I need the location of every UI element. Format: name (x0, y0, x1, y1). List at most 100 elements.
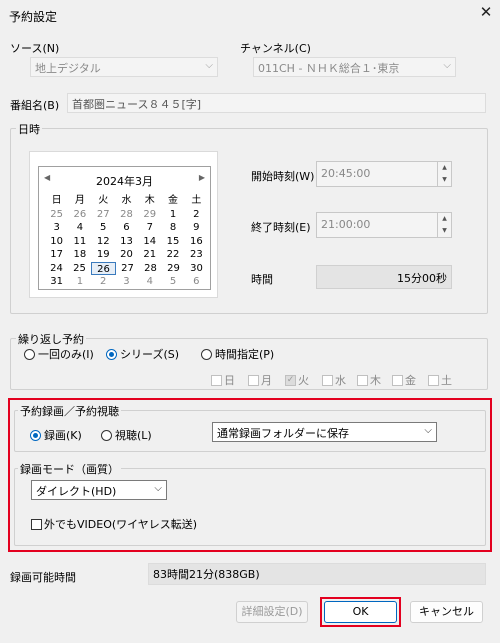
calendar-day[interactable]: 1 (161, 208, 184, 222)
repeat-once-radio[interactable]: 一回のみ(I) (24, 346, 94, 362)
calendar-day[interactable]: 6 (185, 275, 208, 289)
save-folder-select[interactable]: 通常録画フォルダーに保存 ⌵ (212, 422, 437, 442)
source-label: ソース(N) (10, 42, 60, 55)
window-title: 予約設定 (9, 10, 58, 24)
day-checkbox-sun[interactable]: 日 (211, 372, 235, 388)
day-checkbox-sat[interactable]: 土 (428, 372, 452, 388)
calendar-day[interactable]: 17 (45, 248, 68, 262)
repeat-series-label: シリーズ(S) (120, 348, 180, 361)
day-label: 金 (405, 374, 416, 387)
calendar-day[interactable]: 11 (68, 235, 91, 249)
calendar-day[interactable]: 24 (45, 262, 68, 276)
calendar-day[interactable]: 4 (138, 275, 161, 289)
calendar-weekday-row: 日月火水木金土 (45, 194, 208, 208)
calendar-weekday: 木 (144, 195, 155, 206)
calendar-day[interactable]: 25 (45, 208, 68, 222)
calendar-day[interactable]: 23 (185, 248, 208, 262)
calendar-day[interactable]: 22 (161, 248, 184, 262)
record-mode-select[interactable]: ダイレクト(HD) ⌵ (31, 480, 167, 500)
calendar-day[interactable]: 30 (185, 262, 208, 276)
calendar-day[interactable]: 29 (138, 208, 161, 222)
repeat-time-radio[interactable]: 時間指定(P) (201, 346, 274, 362)
calendar-day[interactable]: 3 (115, 275, 138, 289)
day-label: 木 (370, 374, 381, 387)
calendar-day[interactable]: 2 (92, 275, 115, 289)
outside-video-label: 外でもVIDEO(ワイヤレス転送) (44, 518, 198, 531)
calendar-day[interactable]: 1 (68, 275, 91, 289)
day-checkbox-fri[interactable]: 金 (392, 372, 416, 388)
outside-video-checkbox[interactable]: 外でもVIDEO(ワイヤレス転送) (31, 516, 197, 532)
calendar-day[interactable]: 31 (45, 275, 68, 289)
cancel-button[interactable]: キャンセル (410, 601, 483, 623)
calendar-day[interactable]: 16 (185, 235, 208, 249)
available-time-value: 83時間21分(838GB) (148, 563, 486, 585)
end-time-input[interactable]: 21:00:00 ▲ ▼ (316, 212, 452, 238)
calendar-day[interactable]: 6 (115, 221, 138, 235)
calendar-day[interactable]: 26 (68, 208, 91, 222)
recording-group-label: 予約録画／予約視聴 (18, 403, 121, 419)
calendar-day[interactable]: 19 (92, 248, 115, 262)
calendar-week-row: 24 25 26 27 28 29 30 (45, 261, 208, 276)
calendar-day[interactable]: 8 (161, 221, 184, 235)
calendar-day[interactable]: 9 (185, 221, 208, 235)
checkbox-icon (357, 374, 368, 386)
available-time-label: 録画可能時間 (10, 571, 76, 584)
calendar-day[interactable]: 21 (138, 248, 161, 262)
day-label: 水 (335, 374, 346, 387)
day-checkbox-tue[interactable]: ✓ 火 (285, 372, 309, 388)
channel-select[interactable]: 011CH - ＮＨＫ総合１･東京 ⌵ (253, 57, 456, 77)
channel-label: チャンネル(C) (240, 42, 311, 55)
ok-button[interactable]: OK (324, 601, 397, 623)
repeat-once-label: 一回のみ(I) (38, 348, 94, 361)
calendar-weekday: 日 (51, 195, 62, 206)
calendar-day[interactable]: 5 (92, 221, 115, 235)
program-label: 番組名(B) (10, 99, 60, 112)
checkbox-icon (428, 374, 439, 386)
calendar-day[interactable]: 28 (115, 208, 138, 222)
calendar-day[interactable]: 27 (116, 262, 139, 276)
record-label: 録画(K) (44, 429, 82, 442)
calendar-day[interactable]: 3 (45, 221, 68, 235)
view-radio[interactable]: 視聴(L) (101, 427, 152, 443)
calendar-day[interactable]: 13 (115, 235, 138, 249)
spin-up-icon[interactable]: ▲ (437, 213, 451, 225)
calendar-day[interactable]: 4 (68, 221, 91, 235)
calendar-day[interactable]: 18 (68, 248, 91, 262)
chevron-down-icon: ⌵ (154, 483, 162, 494)
record-radio[interactable]: 録画(K) (30, 427, 82, 443)
calendar-day[interactable]: 12 (92, 235, 115, 249)
day-checkbox-mon[interactable]: 月 (248, 372, 272, 388)
calendar-day[interactable]: 5 (161, 275, 184, 289)
next-month-icon[interactable]: ▶ (199, 173, 205, 182)
chevron-down-icon: ⌵ (424, 425, 432, 436)
calendar-day[interactable]: 26 (91, 261, 116, 275)
calendar-day[interactable]: 29 (162, 262, 185, 276)
repeat-series-radio[interactable]: シリーズ(S) (106, 346, 179, 362)
close-icon[interactable]: ✕ (476, 2, 496, 22)
calendar-day[interactable]: 14 (138, 235, 161, 249)
checkbox-icon (31, 518, 42, 530)
source-select[interactable]: 地上デジタル ⌵ (30, 57, 218, 77)
calendar-day[interactable]: 20 (115, 248, 138, 262)
calendar-day[interactable]: 27 (92, 208, 115, 222)
detail-settings-button[interactable]: 詳細設定(D) (236, 601, 308, 623)
calendar-month: 2024年3月 (96, 175, 153, 188)
calendar-day[interactable]: 25 (68, 262, 91, 276)
calendar-day[interactable]: 28 (139, 262, 162, 276)
spin-down-icon[interactable]: ▼ (437, 225, 451, 237)
calendar-day[interactable]: 2 (185, 208, 208, 222)
spin-up-icon[interactable]: ▲ (437, 162, 451, 174)
spin-down-icon[interactable]: ▼ (437, 174, 451, 186)
day-checkbox-thu[interactable]: 木 (357, 372, 381, 388)
chevron-down-icon: ⌵ (443, 60, 451, 71)
calendar-day[interactable]: 10 (45, 235, 68, 249)
calendar: ◀ 2024年3月 ▶ 日月火水木金土 25 26 27 28 29 1 2 3 4 5 6 7 8 9 10… (29, 151, 218, 298)
calendar-weekday: 月 (74, 195, 85, 206)
calendar-day[interactable]: 15 (161, 235, 184, 249)
chevron-down-icon: ⌵ (205, 60, 213, 71)
day-checkbox-wed[interactable]: 水 (322, 372, 346, 388)
calendar-day[interactable]: 7 (138, 221, 161, 235)
start-time-input[interactable]: 20:45:00 ▲ ▼ (316, 161, 452, 187)
view-label: 視聴(L) (115, 429, 152, 442)
day-label: 日 (224, 374, 235, 387)
